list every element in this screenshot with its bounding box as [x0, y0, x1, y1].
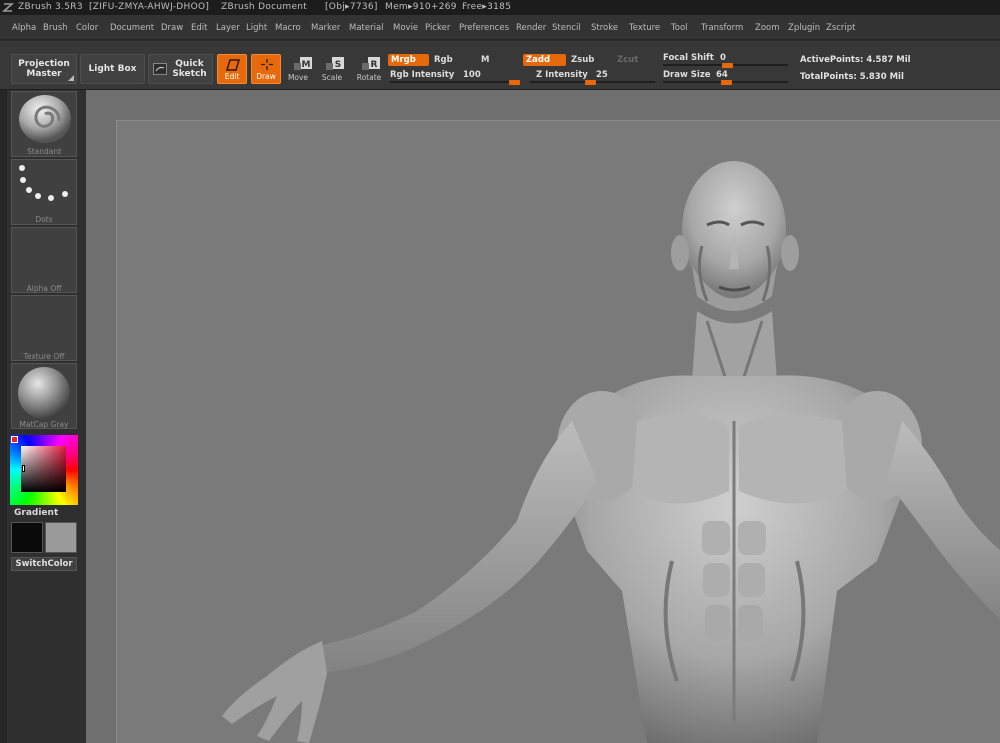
quick-sketch-label-2: Sketch: [172, 69, 207, 79]
title-bar: ZBrush 3.5R3 [ZIFU-ZMYA-AHWJ-DHOO] ZBrus…: [0, 0, 1000, 15]
rgb-intensity-track[interactable]: [390, 81, 520, 83]
quick-sketch-label-1: Quick: [175, 59, 204, 69]
alpha-name: Alpha Off: [26, 284, 62, 293]
memory-readout: Mem▸910+269: [385, 2, 457, 12]
menu-macro[interactable]: Macro: [275, 23, 301, 33]
color-mode-toggle[interactable]: [11, 436, 18, 443]
license-key: [ZIFU-ZMYA-AHWJ-DHOO]: [89, 2, 210, 12]
gradient-label[interactable]: Gradient: [14, 508, 58, 518]
texture-name: Texture Off: [23, 352, 65, 361]
color-picker[interactable]: [10, 435, 78, 505]
brush-name: Standard: [26, 147, 62, 156]
rgb-intensity-value: 100: [463, 70, 481, 80]
color-picker-square[interactable]: [21, 446, 66, 492]
draw-size-knob[interactable]: [721, 80, 732, 85]
menu-layer[interactable]: Layer: [216, 23, 240, 33]
menu-alpha[interactable]: Alpha: [12, 23, 36, 33]
menu-zplugin[interactable]: Zplugin: [788, 23, 820, 33]
app-version: ZBrush 3.5R3: [18, 2, 83, 12]
rgb-intensity-knob[interactable]: [509, 80, 520, 85]
light-box-button[interactable]: Light Box: [80, 54, 145, 84]
edit-label: Edit: [224, 72, 240, 81]
scale-icon[interactable]: S: [326, 57, 344, 71]
menu-tool[interactable]: Tool: [671, 23, 688, 33]
menu-stencil[interactable]: Stencil: [552, 23, 581, 33]
rgb-toggle[interactable]: Rgb: [431, 54, 471, 66]
draw-size-value: 64: [716, 70, 728, 80]
menu-movie[interactable]: Movie: [393, 23, 418, 33]
projection-master-button[interactable]: Projection Master: [11, 54, 77, 84]
edit-icon: [226, 59, 240, 71]
document-canvas[interactable]: [116, 120, 1000, 743]
menu-document[interactable]: Document: [110, 23, 154, 33]
z-intensity-value: 25: [596, 70, 608, 80]
quick-sketch-button[interactable]: Quick Sketch: [148, 54, 213, 84]
ecorche-model-sculpt[interactable]: [117, 121, 1000, 743]
z-intensity-label: Z Intensity: [536, 70, 588, 80]
draw-label: Draw: [256, 72, 276, 81]
m-toggle[interactable]: M: [478, 54, 508, 66]
move-label: Move: [287, 73, 309, 82]
edit-button[interactable]: Edit: [217, 54, 247, 84]
focal-shift-value: 0: [720, 53, 726, 63]
active-points-readout: ActivePoints: 4.587 Mil: [800, 55, 911, 65]
material-name: MatCap Gray: [19, 420, 69, 429]
menu-texture[interactable]: Texture: [629, 23, 660, 33]
rotate-icon[interactable]: R: [362, 57, 380, 71]
menu-zscript[interactable]: Zscript: [826, 23, 856, 33]
canvas-area[interactable]: [86, 90, 1000, 743]
left-tray-handle[interactable]: [0, 90, 7, 743]
main-color-swatch[interactable]: [11, 522, 43, 553]
projection-master-label-2: Master: [26, 69, 62, 79]
menu-stroke[interactable]: Stroke: [591, 23, 618, 33]
free-memory-readout: Free▸3185: [462, 2, 512, 12]
menu-light[interactable]: Light: [246, 23, 267, 33]
menu-zoom[interactable]: Zoom: [755, 23, 780, 33]
zsub-toggle[interactable]: Zsub: [568, 54, 608, 66]
scale-label: Scale: [321, 73, 343, 82]
menu-picker[interactable]: Picker: [425, 23, 450, 33]
menu-draw[interactable]: Draw: [161, 23, 183, 33]
stroke-name: Dots: [35, 215, 53, 224]
object-count: [Obj▸7736]: [325, 2, 378, 12]
move-icon[interactable]: M: [294, 57, 312, 71]
menu-transform[interactable]: Transform: [701, 23, 743, 33]
menu-material[interactable]: Material: [349, 23, 384, 33]
svg-text:R: R: [371, 60, 378, 70]
menu-bar: Alpha Brush Color Document Draw Edit Lay…: [0, 15, 1000, 40]
zbrush-logo-icon: [2, 3, 14, 12]
matcap-sphere-icon: [18, 367, 70, 419]
draw-crosshair-icon: [261, 59, 273, 70]
sketch-icon: [153, 63, 167, 75]
rotate-label: Rotate: [356, 73, 382, 82]
rgb-intensity-label: Rgb Intensity: [390, 70, 455, 80]
top-shelf: Projection Master Light Box Quick Sketch…: [0, 41, 1000, 90]
zcut-toggle[interactable]: Zcut: [614, 54, 644, 66]
menu-marker[interactable]: Marker: [311, 23, 340, 33]
svg-text:S: S: [335, 60, 341, 70]
menu-color[interactable]: Color: [76, 23, 98, 33]
menu-edit[interactable]: Edit: [191, 23, 207, 33]
mrgb-toggle[interactable]: Mrgb: [388, 54, 429, 66]
projection-master-label-1: Projection: [18, 59, 70, 69]
focal-shift-knob[interactable]: [722, 63, 733, 68]
menu-render[interactable]: Render: [516, 23, 546, 33]
switch-color-button[interactable]: SwitchColor: [11, 557, 77, 571]
zadd-toggle[interactable]: Zadd: [523, 54, 566, 66]
document-name: ZBrush Document: [221, 2, 308, 12]
draw-button[interactable]: Draw: [251, 54, 281, 84]
total-points-readout: TotalPoints: 5.830 Mil: [800, 72, 904, 82]
secondary-color-swatch[interactable]: [45, 522, 77, 553]
menu-brush[interactable]: Brush: [43, 23, 68, 33]
draw-size-label: Draw Size: [663, 70, 711, 80]
svg-text:M: M: [302, 60, 311, 70]
focal-shift-label: Focal Shift: [663, 53, 714, 63]
color-picker-marker[interactable]: [22, 465, 25, 472]
menu-preferences[interactable]: Preferences: [459, 23, 509, 33]
z-intensity-knob[interactable]: [585, 80, 596, 85]
corner-arrow-icon: [68, 75, 74, 81]
